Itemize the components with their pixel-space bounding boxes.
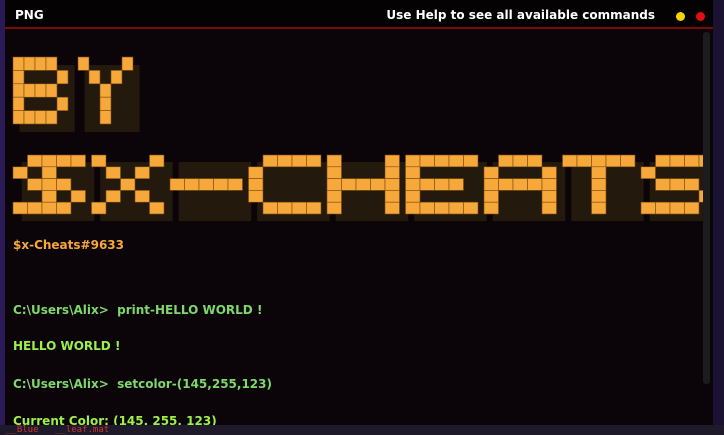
taskbar-text-fragment-2: __leaf.mat	[55, 425, 110, 435]
console-prompt-line-1: C:\Users\Alix> print-HELLO WORLD !	[13, 303, 263, 317]
ascii-banner	[12, 56, 705, 222]
background-strip-right	[713, 0, 724, 435]
banner-line2-letter-6	[483, 154, 566, 222]
banner-line2-letter-1	[91, 154, 173, 222]
background-taskbar: __Blue __leaf.mat	[0, 425, 724, 435]
banner-line2-letter-2	[169, 162, 252, 222]
banner-line2-letter-0	[12, 154, 95, 222]
banner-line1-letter-0	[12, 56, 75, 133]
banner-line2-letter-5	[405, 154, 487, 222]
taskbar-text-fragment: __Blue	[6, 425, 39, 435]
banner-line1-letter-1	[77, 56, 140, 133]
console-output-line-2: Current Color: (145, 255, 123)	[13, 414, 217, 425]
console-output-line-1: HELLO WORLD !	[13, 339, 121, 353]
banner-line2-letter-4	[326, 154, 409, 222]
scrollbar[interactable]	[703, 32, 710, 384]
banner-line2-letter-3	[248, 154, 330, 222]
user-tag: $x-Cheats#9633	[13, 238, 124, 252]
console-prompt-line-2: C:\Users\Alix> setcolor-(145,255,123)	[13, 377, 272, 391]
banner-line2-letter-8	[640, 154, 705, 222]
banner-line2-letter-7	[562, 154, 644, 222]
console-window: PNG Use Help to see all available comman…	[5, 0, 713, 425]
